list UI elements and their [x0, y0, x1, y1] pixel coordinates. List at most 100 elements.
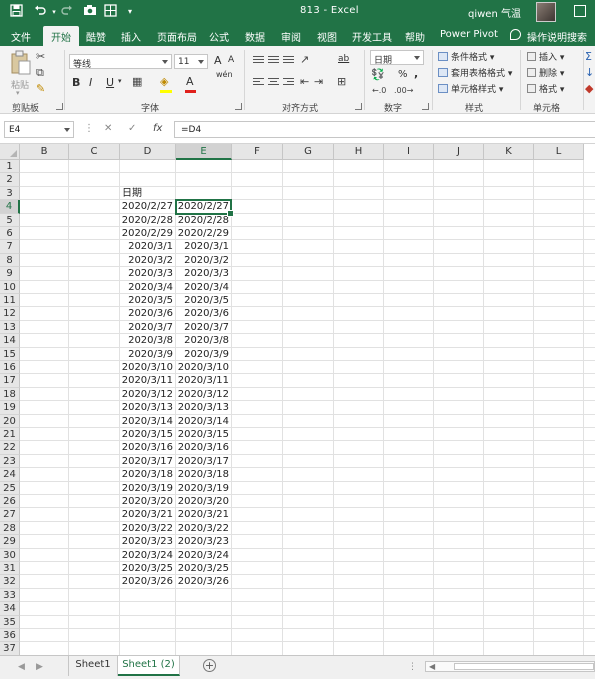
cell-d3[interactable]: 日期	[122, 187, 142, 200]
select-all-button[interactable]	[0, 144, 20, 160]
row-header-25[interactable]: 25	[0, 481, 20, 495]
cell-e26[interactable]: 2020/3/20	[176, 495, 229, 508]
row-header-31[interactable]: 31	[0, 562, 20, 576]
row-header-19[interactable]: 19	[0, 401, 20, 415]
column-header-j[interactable]: J	[434, 144, 484, 160]
cell-e30[interactable]: 2020/3/24	[176, 549, 229, 562]
row-header-36[interactable]: 36	[0, 629, 20, 643]
cell-e31[interactable]: 2020/3/25	[176, 562, 229, 575]
accounting-format-icon[interactable]: 💱	[371, 68, 385, 82]
cell-d29[interactable]: 2020/3/23	[120, 535, 173, 548]
cell-d9[interactable]: 2020/3/3	[120, 267, 173, 280]
avatar[interactable]	[536, 2, 556, 22]
cell-d31[interactable]: 2020/3/25	[120, 562, 173, 575]
tab-split-handle[interactable]: ⋮	[408, 662, 417, 672]
row-header-13[interactable]: 13	[0, 320, 20, 335]
account-name[interactable]: qiwen 气温	[468, 5, 521, 20]
italic-button[interactable]: I	[89, 76, 92, 89]
cell-e17[interactable]: 2020/3/11	[176, 374, 229, 387]
cell-d13[interactable]: 2020/3/7	[120, 321, 173, 334]
tab-review[interactable]: 审阅	[281, 29, 301, 44]
cell-d6[interactable]: 2020/2/29	[120, 227, 173, 240]
cell-d23[interactable]: 2020/3/17	[120, 455, 173, 468]
restore-icon[interactable]	[574, 5, 586, 17]
row-header-10[interactable]: 10	[0, 280, 20, 294]
cell-d15[interactable]: 2020/3/9	[120, 348, 173, 361]
tab-home[interactable]: 开始	[43, 26, 79, 46]
cell-d26[interactable]: 2020/3/20	[120, 495, 173, 508]
font-color-button[interactable]: A	[186, 75, 194, 88]
cell-styles-button[interactable]: 单元格样式 ▾	[438, 82, 503, 95]
borders-icon[interactable]: ▦	[132, 75, 142, 89]
row-header-17[interactable]: 17	[0, 374, 20, 388]
cell-d17[interactable]: 2020/3/11	[120, 374, 173, 387]
save-icon[interactable]	[8, 4, 24, 20]
row-header-1[interactable]: 1	[0, 160, 20, 174]
row-header-35[interactable]: 35	[0, 615, 20, 629]
cell-e10[interactable]: 2020/3/4	[176, 281, 229, 294]
paste-dropdown-icon[interactable]: ▾	[16, 89, 20, 97]
underline-dropdown-icon[interactable]: ▾	[118, 77, 122, 85]
alignment-launcher-icon[interactable]	[355, 103, 362, 110]
cell-e23[interactable]: 2020/3/17	[176, 455, 229, 468]
delete-cells-button[interactable]: 删除 ▾	[527, 66, 564, 79]
column-header-g[interactable]: G	[283, 144, 334, 160]
clipboard-launcher-icon[interactable]	[56, 103, 63, 110]
shrink-font-button[interactable]: A	[228, 55, 234, 65]
autosum-icon[interactable]: Σ	[585, 50, 592, 64]
align-top-icon[interactable]	[253, 56, 264, 65]
column-header-k[interactable]: K	[484, 144, 534, 160]
cell-d28[interactable]: 2020/3/22	[120, 522, 173, 535]
cell-d8[interactable]: 2020/3/2	[120, 254, 173, 267]
scroll-left-icon[interactable]: ◀	[429, 662, 435, 671]
cell-d16[interactable]: 2020/3/10	[120, 361, 173, 374]
fill-icon[interactable]: ↓	[585, 66, 594, 80]
cell-d18[interactable]: 2020/3/12	[120, 388, 173, 401]
formula-bar-grip-icon[interactable]: ⋮	[84, 123, 94, 134]
row-header-21[interactable]: 21	[0, 428, 20, 442]
cell-e16[interactable]: 2020/3/10	[176, 361, 229, 374]
row-header-8[interactable]: 8	[0, 253, 20, 268]
row-header-32[interactable]: 32	[0, 575, 20, 589]
column-header-h[interactable]: H	[334, 144, 384, 160]
row-header-9[interactable]: 9	[0, 267, 20, 281]
cell-d21[interactable]: 2020/3/15	[120, 428, 173, 441]
orientation-icon[interactable]: ↗	[300, 53, 309, 67]
row-header-29[interactable]: 29	[0, 535, 20, 549]
clear-icon[interactable]: ◆	[585, 82, 593, 96]
cell-d30[interactable]: 2020/3/24	[120, 549, 173, 562]
sheet-tab-active[interactable]: Sheet1 (2)	[118, 656, 180, 676]
fill-color-icon[interactable]: ◈	[160, 75, 168, 89]
column-header-e[interactable]: E	[176, 144, 232, 160]
column-header-i[interactable]: I	[384, 144, 434, 160]
font-size-select[interactable]: 11	[174, 54, 208, 69]
column-header-b[interactable]: B	[20, 144, 69, 160]
conditional-formatting-button[interactable]: 条件格式 ▾	[438, 50, 494, 63]
number-launcher-icon[interactable]	[422, 103, 429, 110]
row-header-20[interactable]: 20	[0, 414, 20, 428]
cell-e9[interactable]: 2020/3/3	[176, 267, 229, 280]
column-header-l[interactable]: L	[534, 144, 584, 160]
cell-e14[interactable]: 2020/3/8	[176, 334, 229, 347]
align-right-icon[interactable]	[283, 78, 294, 87]
cell-e8[interactable]: 2020/3/2	[176, 254, 229, 267]
phonetic-button[interactable]: wén	[216, 70, 233, 79]
sheet-tab[interactable]: Sheet1	[68, 656, 118, 676]
format-as-table-button[interactable]: 套用表格格式 ▾	[438, 66, 512, 79]
tab-file[interactable]: 文件	[11, 29, 31, 44]
enter-icon[interactable]: ✓	[128, 123, 136, 134]
merge-center-icon[interactable]: ⊞	[337, 75, 346, 89]
cell-d25[interactable]: 2020/3/19	[120, 482, 173, 495]
cell-d32[interactable]: 2020/3/26	[120, 575, 173, 588]
cell-e13[interactable]: 2020/3/7	[176, 321, 229, 334]
row-header-4[interactable]: 4	[0, 200, 20, 214]
row-header-7[interactable]: 7	[0, 240, 20, 254]
row-header-24[interactable]: 24	[0, 468, 20, 482]
copy-icon[interactable]: ⧉	[36, 66, 44, 80]
row-header-34[interactable]: 34	[0, 602, 20, 616]
name-box[interactable]: E4	[4, 121, 74, 138]
row-header-28[interactable]: 28	[0, 521, 20, 536]
format-painter-icon[interactable]: ✎	[36, 82, 45, 96]
cell-e19[interactable]: 2020/3/13	[176, 401, 229, 414]
cell-e24[interactable]: 2020/3/18	[176, 468, 229, 481]
